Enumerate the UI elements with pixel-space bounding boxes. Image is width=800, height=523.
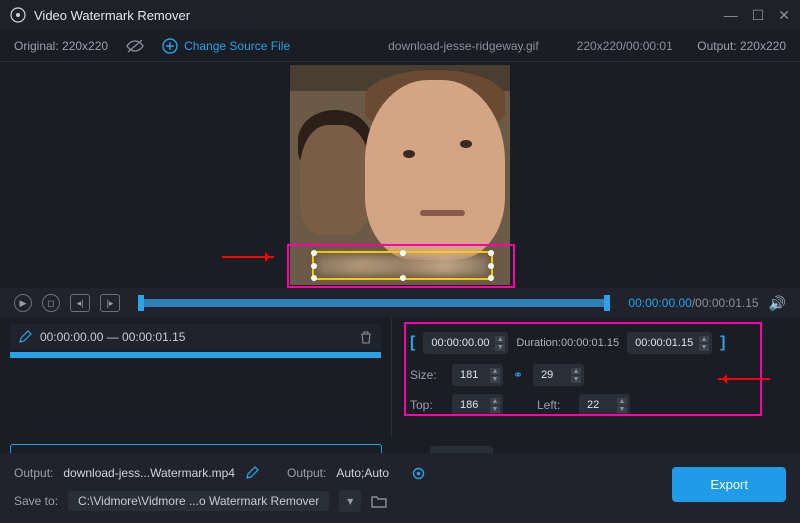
- clip-timeline[interactable]: [10, 352, 381, 358]
- time-display: 00:00:00.00/00:00:01.15: [628, 296, 758, 310]
- spinner-up[interactable]: ▲: [490, 368, 500, 375]
- clip-row[interactable]: 00:00:00.00 — 00:00:01.15: [10, 324, 381, 350]
- range-start-handle[interactable]: [138, 295, 144, 311]
- resize-handle[interactable]: [311, 275, 317, 281]
- spinner-down[interactable]: ▼: [699, 344, 709, 351]
- output-file-value: download-jess...Watermark.mp4: [63, 466, 235, 480]
- spinner-down[interactable]: ▼: [490, 406, 500, 413]
- save-to-label: Save to:: [14, 494, 58, 508]
- source-filename: download-jesse-ridgeway.gif: [388, 39, 539, 53]
- app-title: Video Watermark Remover: [34, 8, 190, 23]
- output-format-label: Output:: [287, 466, 326, 480]
- resize-handle[interactable]: [400, 250, 406, 256]
- save-path-dropdown[interactable]: ▾: [339, 490, 361, 512]
- save-path-field[interactable]: C:\Vidmore\Vidmore ...o Watermark Remove…: [68, 491, 329, 511]
- step-forward-button[interactable]: |▸: [100, 294, 120, 312]
- volume-icon[interactable]: 🔊: [769, 295, 786, 312]
- annotation-arrow: [222, 256, 274, 258]
- change-source-label: Change Source File: [184, 39, 290, 53]
- step-back-button[interactable]: ◂|: [70, 294, 90, 312]
- spinner-down[interactable]: ▼: [490, 376, 500, 383]
- top-input[interactable]: 186 ▲▼: [452, 394, 503, 416]
- range-end-handle[interactable]: [604, 295, 610, 311]
- video-preview: [0, 62, 800, 288]
- height-input[interactable]: 29 ▲▼: [533, 364, 584, 386]
- duration-label: Duration:00:00:01.15: [516, 337, 619, 349]
- annotation-arrow: [718, 378, 770, 380]
- transport-bar: ▶ ◻ ◂| |▸ 00:00:00.00/00:00:01.15 🔊: [0, 288, 800, 318]
- change-source-button[interactable]: Change Source File: [162, 38, 290, 54]
- output-file-label: Output:: [14, 466, 53, 480]
- spinner-down[interactable]: ▼: [617, 406, 627, 413]
- resize-handle[interactable]: [488, 263, 494, 269]
- resize-handle[interactable]: [311, 263, 317, 269]
- resize-handle[interactable]: [488, 275, 494, 281]
- export-button[interactable]: Export: [672, 467, 786, 502]
- spinner-down[interactable]: ▼: [495, 344, 505, 351]
- left-input[interactable]: 22 ▲▼: [579, 394, 630, 416]
- maximize-button[interactable]: ☐: [752, 7, 765, 24]
- delete-clip-button[interactable]: [359, 330, 373, 344]
- titlebar: Video Watermark Remover — ☐ ✕: [0, 0, 800, 30]
- left-label: Left:: [537, 398, 569, 412]
- clip-range-label: 00:00:00.00 — 00:00:01.15: [40, 330, 185, 344]
- set-start-bracket[interactable]: [: [410, 334, 415, 352]
- resize-handle[interactable]: [311, 250, 317, 256]
- plus-circle-icon: [162, 38, 178, 54]
- link-aspect-icon[interactable]: ⚭: [513, 368, 523, 382]
- resize-handle[interactable]: [400, 275, 406, 281]
- start-time-input[interactable]: 00:00:00.00 ▲▼: [423, 332, 508, 354]
- original-resolution: Original: 220x220: [14, 39, 108, 53]
- info-bar: Original: 220x220 Change Source File dow…: [0, 30, 800, 62]
- spinner-up[interactable]: ▲: [699, 336, 709, 343]
- source-dimensions: 220x220/00:00:01: [577, 39, 673, 53]
- stop-button[interactable]: ◻: [42, 294, 60, 312]
- footer: Output: download-jess...Watermark.mp4 Ou…: [0, 453, 800, 523]
- video-frame[interactable]: [290, 65, 510, 285]
- end-time-input[interactable]: 00:00:01.15 ▲▼: [627, 332, 712, 354]
- spinner-up[interactable]: ▲: [571, 368, 581, 375]
- app-logo-icon: [10, 7, 26, 23]
- spinner-up[interactable]: ▲: [490, 398, 500, 405]
- minimize-button[interactable]: —: [724, 7, 738, 24]
- play-button[interactable]: ▶: [14, 294, 32, 312]
- pen-icon: [18, 330, 32, 344]
- output-settings-button[interactable]: [411, 466, 426, 481]
- spinner-up[interactable]: ▲: [617, 398, 627, 405]
- spinner-down[interactable]: ▼: [571, 376, 581, 383]
- top-label: Top:: [410, 398, 442, 412]
- resize-handle[interactable]: [488, 250, 494, 256]
- save-path-value: C:\Vidmore\Vidmore ...o Watermark Remove…: [78, 494, 319, 508]
- size-label: Size:: [410, 368, 442, 382]
- close-button[interactable]: ✕: [778, 7, 790, 24]
- set-end-bracket[interactable]: ]: [720, 334, 725, 352]
- edit-output-name-button[interactable]: [245, 466, 259, 480]
- open-folder-button[interactable]: [371, 494, 387, 508]
- spinner-up[interactable]: ▲: [495, 336, 505, 343]
- clips-panel: 00:00:00.00 — 00:00:01.15: [0, 318, 392, 438]
- output-resolution: Output: 220x220: [697, 39, 786, 53]
- timeline-track[interactable]: [138, 299, 610, 307]
- watermark-selection-box[interactable]: [312, 251, 493, 280]
- preview-toggle-icon[interactable]: [126, 39, 144, 53]
- width-input[interactable]: 181 ▲▼: [452, 364, 503, 386]
- output-format-value: Auto;Auto: [336, 466, 389, 480]
